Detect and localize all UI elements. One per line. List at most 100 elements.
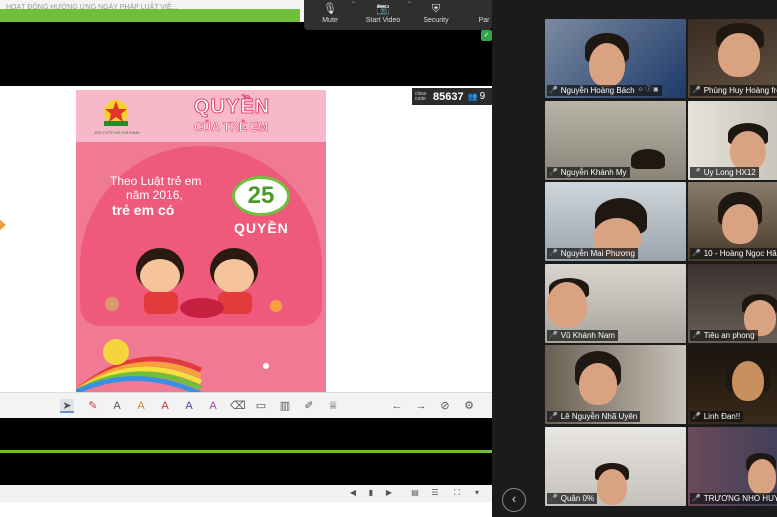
rainbow-illustration-icon: [76, 339, 269, 392]
children-illustration-icon: [105, 248, 282, 318]
prev-page-icon[interactable]: ◀: [348, 488, 358, 498]
poster-slide: ĐỘI TNTP HỒ CHÍ MINH QUYỀN CỦA TRẺ EM Th…: [76, 90, 326, 392]
eraser-icon[interactable]: ⌫: [230, 399, 246, 413]
participant-tile[interactable]: 🎤 Tiêu an phong: [688, 264, 777, 343]
mic-muted-icon: 🎤: [549, 87, 558, 94]
hide-icon[interactable]: ⊘: [438, 399, 452, 413]
poster-quyen-label: QUYỀN: [234, 220, 289, 236]
participant-name: 🎤 Linh Đan!!: [690, 411, 744, 422]
participant-name: 🎤 Vũ Khánh Nam: [547, 330, 618, 341]
previous-slide-arrow-icon[interactable]: [0, 218, 6, 232]
participant-tile[interactable]: 🎤 Phùng Huy Hoàng fre: [688, 19, 777, 98]
shared-bottom-strip: [0, 502, 492, 517]
participant-tile[interactable]: 🎤 10 - Hoàng Ngọc Hân: [688, 182, 777, 261]
chart-icon[interactable]: ▥: [278, 399, 292, 413]
participant-name: 🎤 10 - Hoàng Ngọc Hân: [690, 248, 777, 259]
participant-name: 🎤 Quân 0%: [547, 493, 598, 504]
next-page-icon[interactable]: ▶: [384, 488, 394, 498]
participant-tile[interactable]: 🎤 Nguyễn Hoàng Bách ☺ ⓘ ▣: [545, 19, 686, 98]
mic-muted-icon: 🎤: [549, 495, 558, 502]
participant-name: 🎤 Nguyễn Khánh My: [547, 167, 630, 178]
start-video-button[interactable]: 📷 Start Video ⌃: [360, 1, 412, 29]
shield-check-icon[interactable]: ✓: [481, 30, 492, 41]
menu-icon[interactable]: ▾: [472, 488, 482, 498]
video-off-icon: 📷: [376, 3, 390, 15]
participant-name: 🎤 Uy Long HX12: [690, 167, 759, 178]
select-pointer-icon[interactable]: ➤: [60, 399, 74, 413]
mic-muted-icon: 🎤: [692, 332, 701, 339]
mic-muted-icon: 🎤: [692, 250, 701, 257]
arrow-left-icon[interactable]: ←: [390, 399, 404, 413]
shared-screen: HOẠT ĐỘNG HƯỚNG ỨNG NGÀY PHÁP LUẬT VIỆ..…: [0, 0, 492, 517]
award-icon[interactable]: ♕: [326, 399, 340, 413]
security-button[interactable]: ⛨ Security: [418, 1, 454, 29]
class-code-label: class code: [415, 90, 427, 102]
class-code-badge: class code 85637 👥 9: [412, 88, 492, 105]
participant-tile[interactable]: 🎤 Nguyễn Mai Phương: [545, 182, 686, 261]
logo-caption: ĐỘI TNTP HỒ CHÍ MINH: [94, 130, 140, 135]
mic-muted-icon: 🎤: [692, 169, 701, 176]
mic-muted-icon: 🎤: [692, 87, 701, 94]
participant-name: 🎤 Tiêu an phong: [690, 330, 758, 341]
whiteboard-toolbar: ➤ ✎ A A A A A ⌫ ▭ ▥ ✐ ♕ ← → ⊘ ⚙: [0, 392, 492, 418]
shared-black-area: [0, 22, 492, 86]
participant-count: 9: [479, 91, 486, 102]
shared-bottom-toolbar: ◀ ▮ ▶ ▤ ☰ ⛶ ▾: [0, 485, 492, 502]
participant-tile[interactable]: 🎤 Lê Nguyễn Nhã Uyên: [545, 345, 686, 424]
grid-icon[interactable]: ▤: [410, 488, 420, 498]
poster-subtitle: CỦA TRẺ EM: [194, 120, 269, 135]
page-icon[interactable]: ▮: [366, 488, 376, 498]
participant-tile[interactable]: 🎤 TRƯƠNG NHO HUY: [688, 427, 777, 506]
shield-icon: ⛨: [431, 3, 441, 15]
mic-muted-icon: 🎤: [549, 413, 558, 420]
mute-button[interactable]: 🎙 Mute ⌃: [310, 1, 356, 29]
participant-name: 🎤 Nguyễn Mai Phương: [547, 248, 638, 259]
text-color-purple-icon[interactable]: A: [182, 399, 196, 413]
text-color-magenta-icon[interactable]: A: [206, 399, 220, 413]
shared-tab-title[interactable]: HOẠT ĐỘNG HƯỚNG ỨNG NGÀY PHÁP LUẬT VIỆ..…: [6, 4, 177, 11]
participants-button[interactable]: Par: [476, 1, 492, 29]
mic-muted-icon: 🎤: [692, 413, 701, 420]
security-label: Security: [423, 17, 449, 24]
chevron-left-icon[interactable]: ‹: [502, 488, 526, 512]
poster-line-2: năm 2016,: [126, 188, 183, 202]
poster-title: QUYỀN: [193, 96, 271, 119]
meeting-controls: 🎙 Mute ⌃ 📷 Start Video ⌃ ⛨ Security Par: [304, 0, 492, 30]
poster-line-1: Theo Luật trẻ em: [110, 174, 202, 188]
arrow-right-icon[interactable]: →: [414, 399, 428, 413]
participant-tile[interactable]: 🎤 Uy Long HX12: [688, 101, 777, 180]
text-color-red-icon[interactable]: A: [158, 399, 172, 413]
mic-muted-icon: 🎤: [549, 332, 558, 339]
video-options-caret-icon[interactable]: ⌃: [407, 1, 412, 8]
list-icon[interactable]: ☰: [430, 488, 440, 498]
participant-name: 🎤 Phùng Huy Hoàng fre: [690, 85, 777, 96]
participant-name: 🎤 TRƯƠNG NHO HUY: [690, 493, 777, 504]
shared-black-area-3: [0, 453, 492, 485]
poster-line-3: trẻ em có: [112, 202, 175, 218]
shared-black-area-2: [0, 418, 492, 452]
participants-icon: [476, 1, 492, 17]
zoom-window: HOẠT ĐỘNG HƯỚNG ỨNG NGÀY PHÁP LUẬT VIỆ..…: [0, 0, 777, 517]
mute-label: Mute: [322, 17, 338, 24]
pioneer-logo-icon: [104, 100, 128, 126]
laser-pointer-icon[interactable]: ✎: [86, 399, 100, 413]
participant-tile[interactable]: 🎤 Quân 0%: [545, 427, 686, 506]
screen-icon[interactable]: ▭: [254, 399, 268, 413]
settings-icon[interactable]: ⚙: [462, 399, 476, 413]
text-tool-icon[interactable]: A: [110, 399, 124, 413]
participant-tile[interactable]: 🎤 Vũ Khánh Nam: [545, 264, 686, 343]
participant-tile[interactable]: 🎤 Linh Đan!!: [688, 345, 777, 424]
fullscreen-icon[interactable]: ⛶: [452, 488, 462, 498]
edit-icon[interactable]: ✐: [302, 399, 316, 413]
mic-muted-icon: 🎤: [549, 250, 558, 257]
mute-options-caret-icon[interactable]: ⌃: [351, 1, 356, 8]
participant-name: 🎤 Nguyễn Hoàng Bách ☺ ⓘ ▣: [547, 85, 662, 96]
poster-number-badge: 25: [232, 176, 290, 216]
class-code-value: 85637: [433, 90, 464, 103]
microphone-icon: 🎙: [323, 3, 337, 15]
mic-muted-icon: 🎤: [549, 169, 558, 176]
participant-tile[interactable]: 🎤 Nguyễn Khánh My: [545, 101, 686, 180]
people-icon: 👥: [467, 92, 478, 101]
text-color-yellow-icon[interactable]: A: [134, 399, 148, 413]
mic-muted-icon: 🎤: [692, 495, 701, 502]
